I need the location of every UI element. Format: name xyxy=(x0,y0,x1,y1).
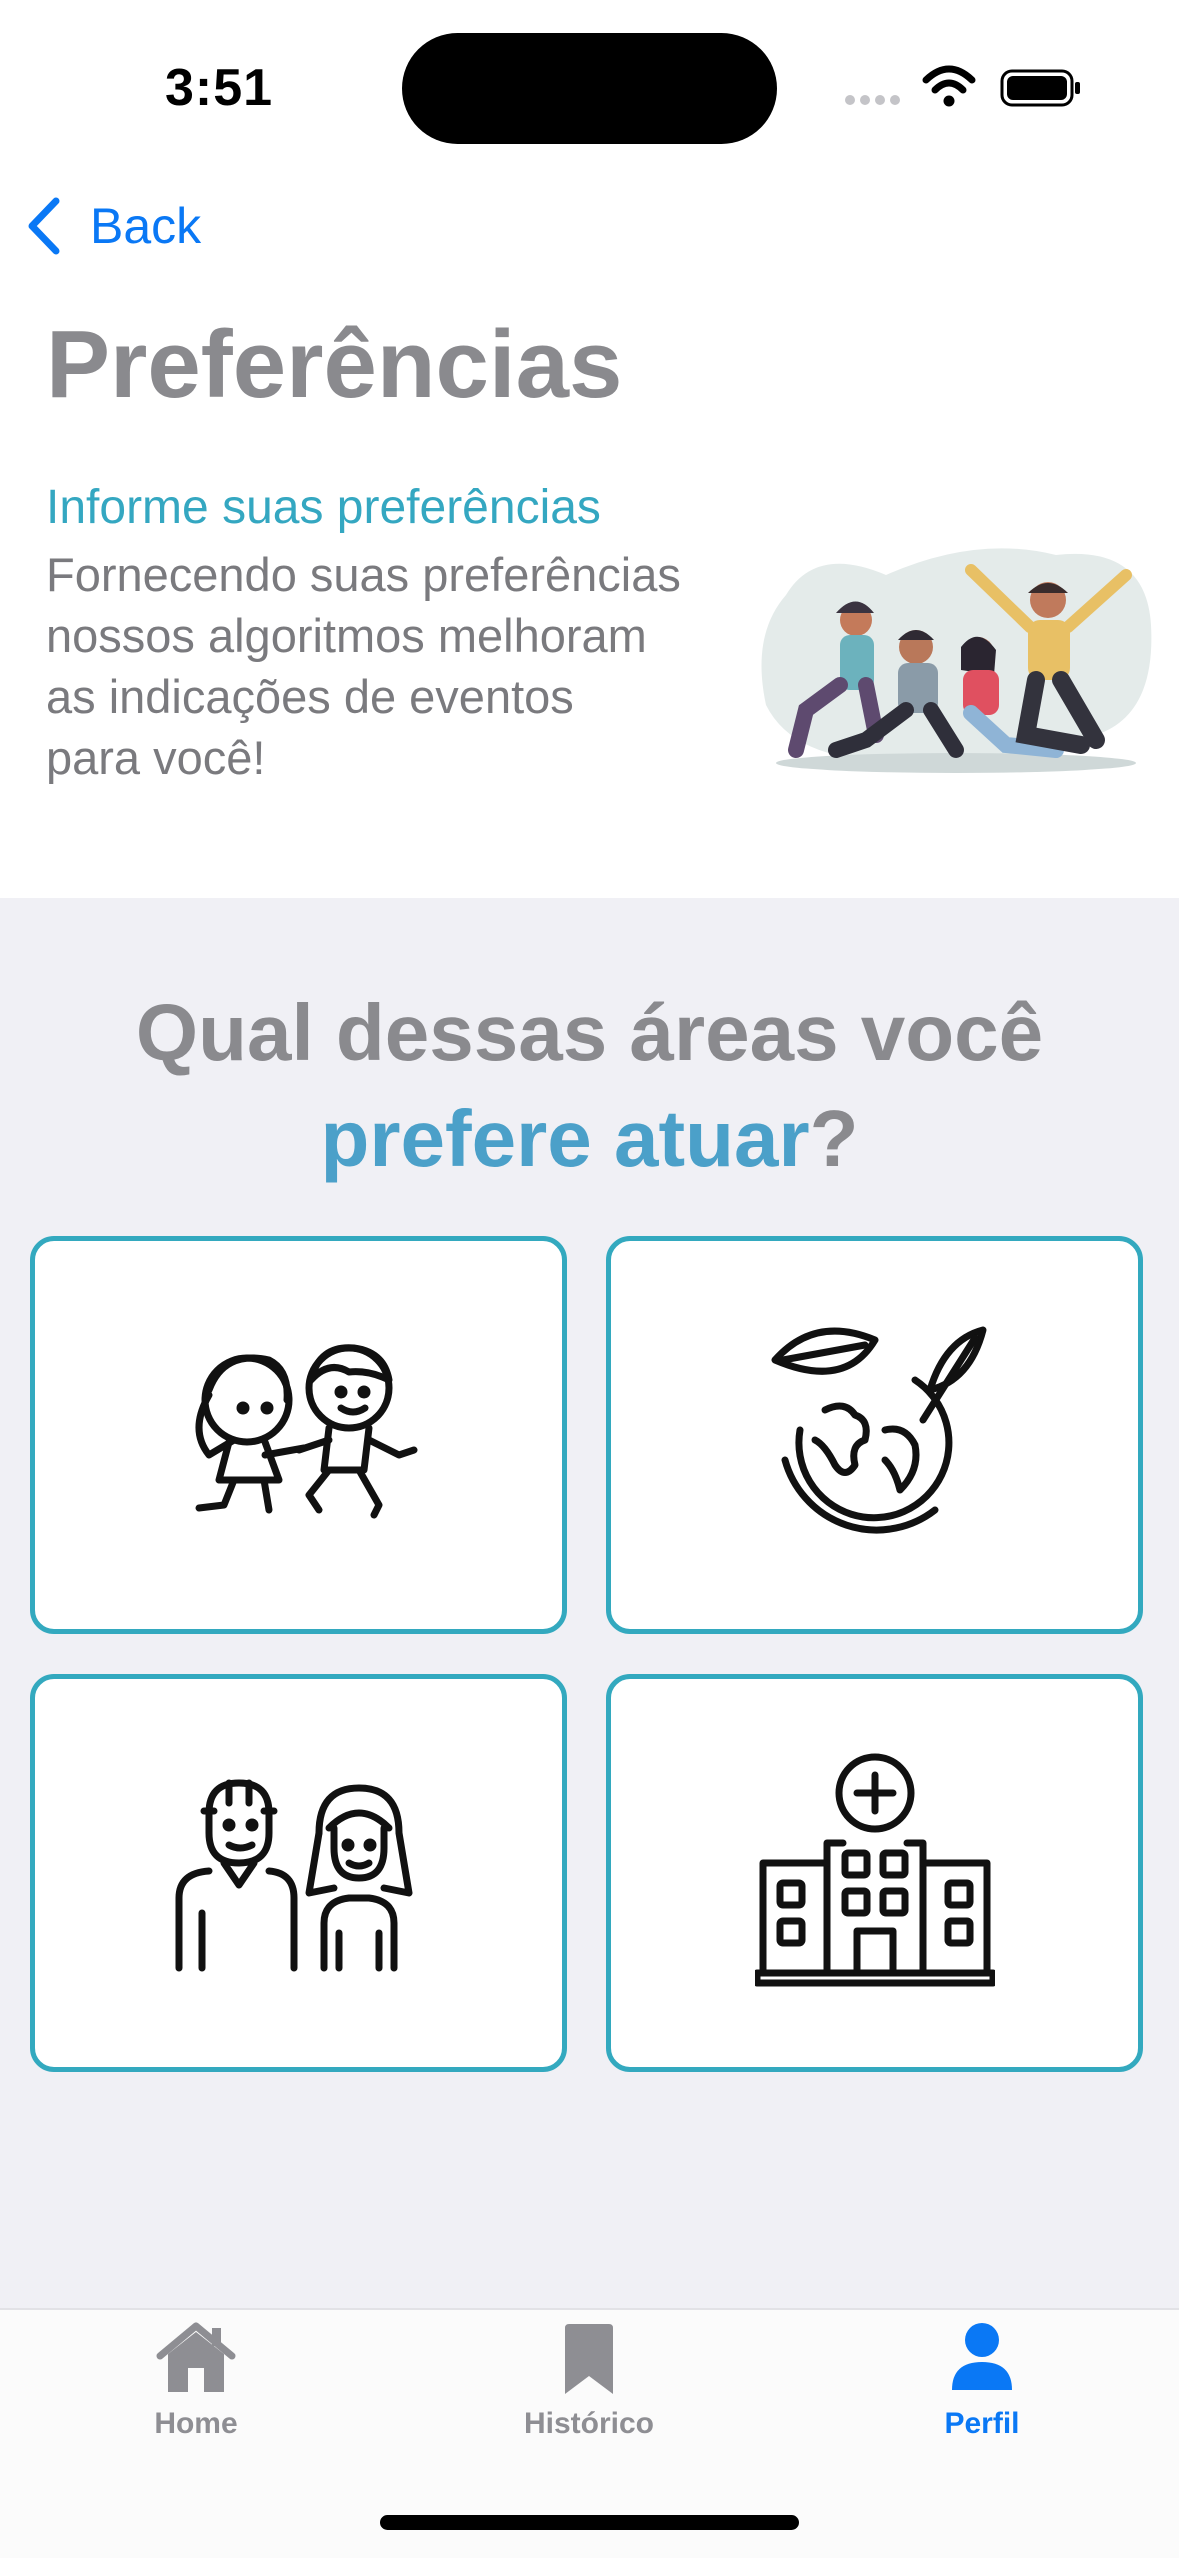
hospital-icon xyxy=(754,1753,995,1987)
question-heading: Qual dessas áreas você prefere atuar? xyxy=(0,980,1179,1192)
area-card-health[interactable] xyxy=(606,1674,1143,2072)
area-card-elderly[interactable] xyxy=(30,1674,567,2072)
tab-historico[interactable]: Histórico xyxy=(459,2320,719,2460)
area-card-environment[interactable] xyxy=(606,1236,1143,1634)
battery-icon xyxy=(1000,69,1080,107)
section-subtitle: Informe suas preferências xyxy=(46,481,601,534)
person-icon xyxy=(952,2323,1012,2390)
description-line: Fornecendo suas preferências xyxy=(46,548,681,601)
chevron-left-icon xyxy=(28,197,60,255)
back-button[interactable]: Back xyxy=(26,196,201,256)
description-line: para você! xyxy=(46,731,266,784)
home-icon xyxy=(156,2322,236,2392)
wifi-icon xyxy=(922,65,976,107)
question-line-1: Qual dessas áreas você xyxy=(135,988,1044,1077)
tab-label: Histórico xyxy=(523,2407,655,2440)
description-line: nossos algoritmos melhoram xyxy=(46,609,647,662)
tab-home[interactable]: Home xyxy=(66,2320,326,2460)
question-mark: ? xyxy=(809,1094,859,1183)
children-icon xyxy=(195,1344,417,1519)
dynamic-island xyxy=(402,33,777,144)
tab-label: Home xyxy=(154,2407,238,2440)
page-title: Preferências xyxy=(46,311,623,418)
description-line: as indicações de eventos xyxy=(46,670,574,723)
elderly-couple-icon xyxy=(175,1779,412,1972)
tab-perfil[interactable]: Perfil xyxy=(852,2320,1112,2460)
section-description: Fornecendo suas preferências nossos algo… xyxy=(46,544,746,788)
question-line-2: prefere atuar? xyxy=(0,1086,1179,1192)
signal-icon xyxy=(845,92,905,110)
back-label: Back xyxy=(90,198,202,254)
group-people-illustration xyxy=(761,548,1152,773)
status-time: 3:51 xyxy=(165,59,274,117)
area-card-children[interactable] xyxy=(30,1236,567,1634)
tab-label: Perfil xyxy=(944,2407,1020,2440)
home-indicator xyxy=(380,2515,799,2530)
earth-leaves-icon xyxy=(771,1326,986,1534)
bookmark-icon xyxy=(565,2324,613,2394)
question-accent: prefere atuar xyxy=(320,1094,810,1183)
